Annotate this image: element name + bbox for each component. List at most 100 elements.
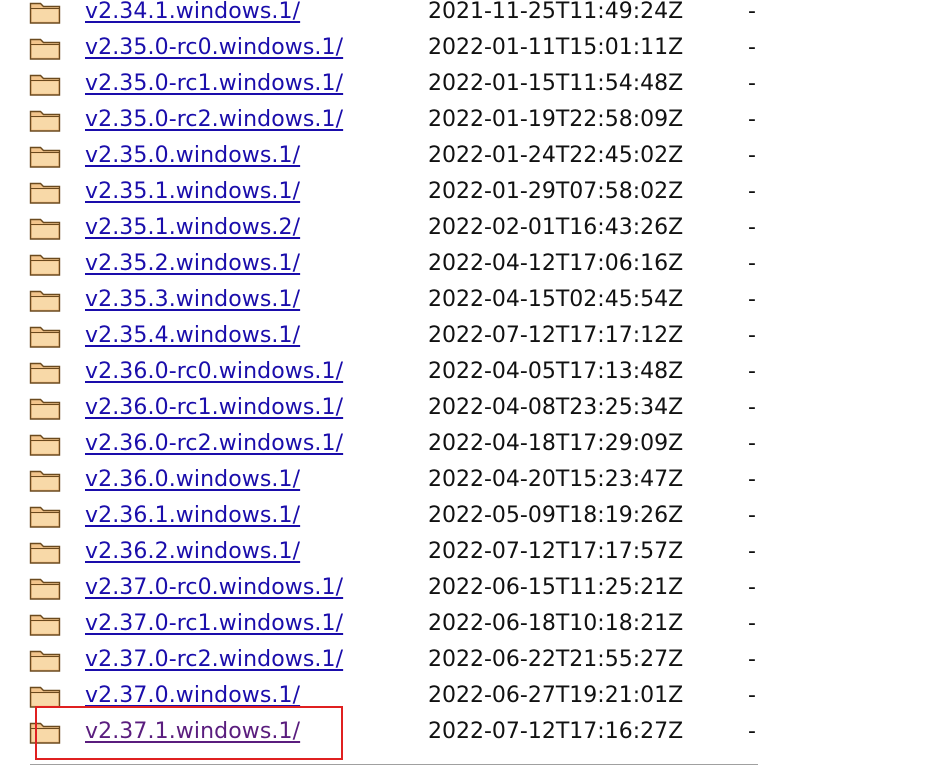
file-size: -: [748, 287, 756, 312]
directory-link[interactable]: v2.36.0.windows.1/: [85, 465, 300, 495]
folder-icon: [29, 395, 61, 421]
modified-date: 2022-01-11T15:01:11Z: [428, 35, 684, 60]
directory-link[interactable]: v2.37.0-rc1.windows.1/: [85, 609, 343, 639]
file-size: -: [748, 71, 756, 96]
modified-date: 2022-06-22T21:55:27Z: [428, 647, 684, 672]
file-size: -: [748, 179, 756, 204]
directory-link[interactable]: v2.34.1.windows.1/: [85, 0, 300, 27]
file-size: -: [748, 395, 756, 420]
file-size: -: [748, 0, 756, 24]
modified-date: 2021-11-25T11:49:24Z: [428, 0, 684, 24]
file-size: -: [748, 215, 756, 240]
folder-icon: [29, 0, 61, 25]
file-size: -: [748, 719, 756, 744]
listing-bottom-rule: [30, 764, 758, 765]
file-size: -: [748, 431, 756, 456]
folder-icon: [29, 647, 61, 673]
modified-date: 2022-01-24T22:45:02Z: [428, 143, 684, 168]
folder-icon: [29, 359, 61, 385]
modified-date: 2022-04-15T02:45:54Z: [428, 287, 684, 312]
file-size: -: [748, 359, 756, 384]
table-row: v2.37.0-rc1.windows.1/2022-06-18T10:18:2…: [0, 606, 936, 642]
directory-link[interactable]: v2.37.0.windows.1/: [85, 681, 300, 711]
folder-icon: [29, 611, 61, 637]
folder-icon: [29, 431, 61, 457]
directory-link[interactable]: v2.37.0-rc2.windows.1/: [85, 645, 343, 675]
table-row: v2.35.3.windows.1/2022-04-15T02:45:54Z -: [0, 282, 936, 318]
file-size: -: [748, 143, 756, 168]
modified-date: 2022-05-09T18:19:26Z: [428, 503, 684, 528]
directory-link[interactable]: v2.37.1.windows.1/: [85, 717, 300, 747]
folder-icon: [29, 107, 61, 133]
modified-date: 2022-07-12T17:17:57Z: [428, 539, 684, 564]
directory-link[interactable]: v2.36.0-rc2.windows.1/: [85, 429, 343, 459]
folder-icon: [29, 35, 61, 61]
file-size: -: [748, 107, 756, 132]
table-row: v2.35.1.windows.1/2022-01-29T07:58:02Z -: [0, 174, 936, 210]
directory-link[interactable]: v2.35.0-rc2.windows.1/: [85, 105, 343, 135]
modified-date: 2022-04-12T17:06:16Z: [428, 251, 684, 276]
folder-icon: [29, 215, 61, 241]
directory-link[interactable]: v2.36.0-rc0.windows.1/: [85, 357, 343, 387]
file-size: -: [748, 323, 756, 348]
table-row: v2.34.1.windows.1/2021-11-25T11:49:24Z -: [0, 0, 936, 30]
modified-date: 2022-02-01T16:43:26Z: [428, 215, 684, 240]
folder-icon: [29, 467, 61, 493]
directory-link[interactable]: v2.35.1.windows.1/: [85, 177, 300, 207]
folder-icon: [29, 539, 61, 565]
directory-link[interactable]: v2.35.0-rc0.windows.1/: [85, 33, 343, 63]
file-size: -: [748, 683, 756, 708]
file-size: -: [748, 503, 756, 528]
directory-link[interactable]: v2.35.3.windows.1/: [85, 285, 300, 315]
table-row: v2.37.1.windows.1/2022-07-12T17:16:27Z -: [0, 714, 936, 750]
directory-link[interactable]: v2.35.1.windows.2/: [85, 213, 300, 243]
folder-icon: [29, 323, 61, 349]
table-row: v2.36.0-rc1.windows.1/2022-04-08T23:25:3…: [0, 390, 936, 426]
directory-link[interactable]: v2.35.2.windows.1/: [85, 249, 300, 279]
directory-link[interactable]: v2.36.1.windows.1/: [85, 501, 300, 531]
directory-link[interactable]: v2.37.0-rc0.windows.1/: [85, 573, 343, 603]
modified-date: 2022-01-19T22:58:09Z: [428, 107, 684, 132]
file-size: -: [748, 575, 756, 600]
file-size: -: [748, 35, 756, 60]
folder-icon: [29, 287, 61, 313]
modified-date: 2022-07-12T17:17:12Z: [428, 323, 684, 348]
table-row: v2.36.1.windows.1/2022-05-09T18:19:26Z -: [0, 498, 936, 534]
table-row: v2.36.0.windows.1/2022-04-20T15:23:47Z -: [0, 462, 936, 498]
folder-icon: [29, 251, 61, 277]
modified-date: 2022-04-18T17:29:09Z: [428, 431, 684, 456]
folder-icon: [29, 719, 61, 745]
folder-icon: [29, 143, 61, 169]
modified-date: 2022-04-08T23:25:34Z: [428, 395, 684, 420]
directory-link[interactable]: v2.35.0.windows.1/: [85, 141, 300, 171]
directory-link[interactable]: v2.35.4.windows.1/: [85, 321, 300, 351]
modified-date: 2022-01-29T07:58:02Z: [428, 179, 684, 204]
table-row: v2.35.0-rc2.windows.1/2022-01-19T22:58:0…: [0, 102, 936, 138]
directory-listing: v2.34.1.windows.1/2021-11-25T11:49:24Z - v…: [0, 0, 936, 750]
table-row: v2.36.0-rc0.windows.1/2022-04-05T17:13:4…: [0, 354, 936, 390]
folder-icon: [29, 71, 61, 97]
folder-icon: [29, 683, 61, 709]
directory-link[interactable]: v2.35.0-rc1.windows.1/: [85, 69, 343, 99]
modified-date: 2022-01-15T11:54:48Z: [428, 71, 684, 96]
table-row: v2.35.1.windows.2/2022-02-01T16:43:26Z -: [0, 210, 936, 246]
table-row: v2.35.0-rc0.windows.1/2022-01-11T15:01:1…: [0, 30, 936, 66]
modified-date: 2022-06-15T11:25:21Z: [428, 575, 684, 600]
directory-link[interactable]: v2.36.2.windows.1/: [85, 537, 300, 567]
table-row: v2.35.0-rc1.windows.1/2022-01-15T11:54:4…: [0, 66, 936, 102]
table-row: v2.36.2.windows.1/2022-07-12T17:17:57Z -: [0, 534, 936, 570]
modified-date: 2022-04-05T17:13:48Z: [428, 359, 684, 384]
file-size: -: [748, 251, 756, 276]
directory-link[interactable]: v2.36.0-rc1.windows.1/: [85, 393, 343, 423]
table-row: v2.37.0-rc2.windows.1/2022-06-22T21:55:2…: [0, 642, 936, 678]
file-size: -: [748, 539, 756, 564]
table-row: v2.37.0.windows.1/2022-06-27T19:21:01Z -: [0, 678, 936, 714]
file-size: -: [748, 467, 756, 492]
modified-date: 2022-04-20T15:23:47Z: [428, 467, 684, 492]
table-row: v2.35.2.windows.1/2022-04-12T17:06:16Z -: [0, 246, 936, 282]
folder-icon: [29, 179, 61, 205]
table-row: v2.37.0-rc0.windows.1/2022-06-15T11:25:2…: [0, 570, 936, 606]
table-row: v2.35.0.windows.1/2022-01-24T22:45:02Z -: [0, 138, 936, 174]
folder-icon: [29, 575, 61, 601]
table-row: v2.36.0-rc2.windows.1/2022-04-18T17:29:0…: [0, 426, 936, 462]
